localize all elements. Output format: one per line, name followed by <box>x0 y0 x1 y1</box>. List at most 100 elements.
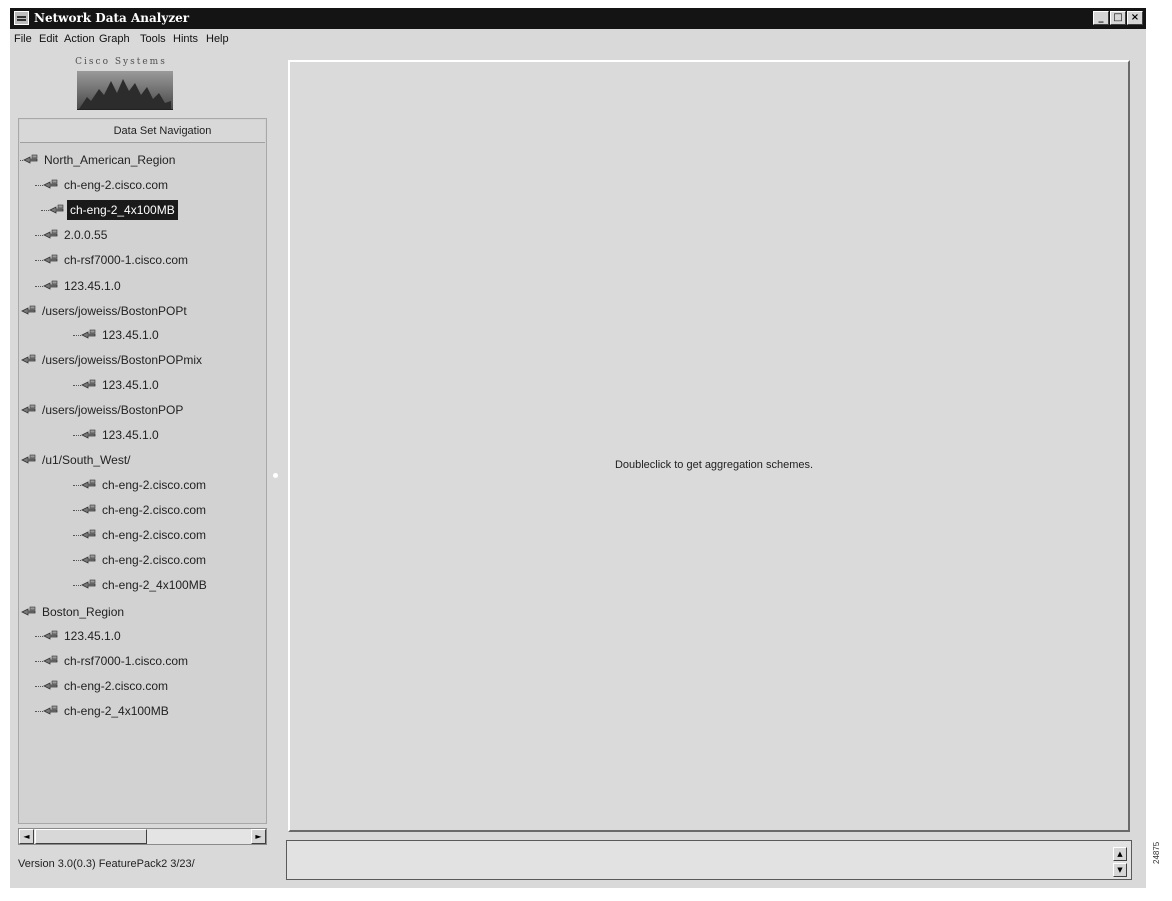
tree-item-label: /u1/South_West/ <box>42 453 131 467</box>
tree-item-label: 123.45.1.0 <box>64 279 121 293</box>
tree-connector <box>35 260 43 261</box>
tree-item[interactable]: ch-eng-2.cisco.com <box>19 500 264 520</box>
scroll-thumb[interactable] <box>35 829 147 844</box>
tree-item[interactable]: ch-eng-2.cisco.com <box>19 175 264 195</box>
menu-graph[interactable]: Graph <box>99 33 130 45</box>
data-set-node-icon <box>43 280 58 290</box>
tree-connector <box>35 185 43 186</box>
aggregation-hint: Doubleclick to get aggregation schemes. <box>614 459 814 471</box>
menu-action[interactable]: Action <box>64 33 95 45</box>
data-set-node-icon <box>43 179 58 189</box>
tree-item[interactable]: /users/joweiss/BostonPOPmix <box>19 350 264 370</box>
menu-file[interactable]: File <box>14 33 32 45</box>
tree-item-label: ch-eng-2.cisco.com <box>102 553 207 567</box>
tree-item-label: Boston_Region <box>42 605 125 619</box>
data-set-node-icon <box>81 529 96 539</box>
tree-connector <box>35 235 43 236</box>
menu-tools[interactable]: Tools <box>140 33 166 45</box>
tree-item[interactable]: ch-eng-2_4x100MB <box>19 701 264 721</box>
scroll-right-button[interactable]: ► <box>251 829 266 844</box>
data-set-node-icon <box>21 454 36 464</box>
tree-item[interactable]: /users/joweiss/BostonPOP <box>19 400 264 420</box>
tree-item-label: ch-eng-2.cisco.com <box>64 178 169 192</box>
data-set-node-icon <box>21 354 36 364</box>
tree-item-label: ch-rsf7000-1.cisco.com <box>64 654 189 668</box>
tree-item-label: /users/joweiss/BostonPOP <box>42 403 184 417</box>
tree-connector <box>35 286 43 287</box>
tree-item[interactable]: ch-rsf7000-1.cisco.com <box>19 250 264 270</box>
data-set-node-icon <box>43 680 58 690</box>
data-set-node-icon <box>21 305 36 315</box>
data-set-node-icon <box>81 479 96 489</box>
scroll-up-button[interactable]: ▲ <box>1113 847 1127 861</box>
scroll-down-button[interactable]: ▼ <box>1113 863 1127 877</box>
tree-item[interactable]: ch-eng-2.cisco.com <box>19 550 264 570</box>
tree-connector <box>73 510 81 511</box>
figure-id: 24875 <box>1152 841 1161 864</box>
tree-item[interactable]: /u1/South_West/ <box>19 450 264 470</box>
tree-item-label: ch-eng-2_4x100MB <box>67 200 178 220</box>
message-area[interactable]: ▲ ▼ <box>286 840 1132 880</box>
tree-item-label: 123.45.1.0 <box>64 629 121 643</box>
tree-item-label: /users/joweiss/BostonPOPt <box>42 304 187 318</box>
tree-item-label: 123.45.1.0 <box>102 328 159 342</box>
tree-item-label: /users/joweiss/BostonPOPmix <box>42 353 203 367</box>
panel-splitter[interactable] <box>273 473 278 478</box>
app-menu-icon[interactable] <box>14 11 29 25</box>
data-set-node-icon <box>81 379 96 389</box>
tree-connector <box>35 711 43 712</box>
tree-connector <box>73 535 81 536</box>
tree-item[interactable]: 123.45.1.0 <box>19 325 264 345</box>
menu-edit[interactable]: Edit <box>39 33 58 45</box>
window-title: Network Data Analyzer <box>34 11 190 25</box>
minimize-button[interactable]: _ <box>1093 11 1109 25</box>
tree-item[interactable]: ch-eng-2.cisco.com <box>19 475 264 495</box>
tree-item-label: ch-eng-2.cisco.com <box>102 503 207 517</box>
tree-item[interactable]: 123.45.1.0 <box>19 375 264 395</box>
tree-item[interactable]: 123.45.1.0 <box>19 626 264 646</box>
title-bar[interactable]: Network Data Analyzer _ □ × <box>10 8 1146 29</box>
tree-item[interactable]: /users/joweiss/BostonPOPt <box>19 301 264 321</box>
tree-item[interactable]: 2.0.0.55 <box>19 225 264 245</box>
tree-item[interactable]: North_American_Region <box>19 150 264 170</box>
tree-item[interactable]: ch-rsf7000-1.cisco.com <box>19 651 264 671</box>
cisco-bridge-logo-icon <box>77 71 173 110</box>
menu-hints[interactable]: Hints <box>173 33 198 45</box>
data-set-node-icon <box>21 404 36 414</box>
tree-item[interactable]: ch-eng-2.cisco.com <box>19 525 264 545</box>
tree-item[interactable]: 123.45.1.0 <box>19 425 264 445</box>
maximize-button[interactable]: □ <box>1110 11 1126 25</box>
data-set-node-icon <box>81 504 96 514</box>
data-set-node-icon <box>43 254 58 264</box>
tree-item[interactable]: Boston_Region <box>19 602 264 622</box>
scroll-left-button[interactable]: ◄ <box>19 829 34 844</box>
tree-connector <box>41 210 49 211</box>
tree-item-label: ch-eng-2.cisco.com <box>64 679 169 693</box>
tree-connector <box>35 661 43 662</box>
tree-connector <box>35 636 43 637</box>
data-set-node-icon <box>43 229 58 239</box>
main-panel[interactable]: Doubleclick to get aggregation schemes. <box>288 60 1130 832</box>
navigation-horizontal-scrollbar[interactable]: ◄ ► <box>18 828 267 845</box>
tree-item[interactable]: ch-eng-2_4x100MB <box>19 200 264 220</box>
data-set-node-icon <box>43 655 58 665</box>
tree-item[interactable]: ch-eng-2_4x100MB <box>19 575 264 595</box>
logo-text: Cisco Systems <box>75 57 167 67</box>
menu-help[interactable]: Help <box>206 33 229 45</box>
tree-item[interactable]: ch-eng-2.cisco.com <box>19 676 264 696</box>
tree-item-label: ch-eng-2.cisco.com <box>102 528 207 542</box>
menu-bar: File Edit Action Graph Tools Hints Help <box>10 31 1146 49</box>
application-window: Network Data Analyzer _ □ × File Edit Ac… <box>10 8 1146 888</box>
data-set-navigation-panel[interactable]: Data Set Navigation North_American_Regio… <box>18 118 267 824</box>
tree-connector <box>73 385 81 386</box>
tree-item-label: ch-eng-2_4x100MB <box>64 704 169 718</box>
tree-item-label: ch-eng-2.cisco.com <box>102 478 207 492</box>
tree-connector <box>73 485 81 486</box>
tree-connector <box>73 335 81 336</box>
version-label: Version 3.0(0.3) FeaturePack2 3/23/ <box>18 858 195 870</box>
close-button[interactable]: × <box>1127 11 1143 25</box>
data-set-node-icon <box>21 606 36 616</box>
tree-item[interactable]: 123.45.1.0 <box>19 276 264 296</box>
data-set-node-icon <box>43 705 58 715</box>
tree-connector <box>73 560 81 561</box>
